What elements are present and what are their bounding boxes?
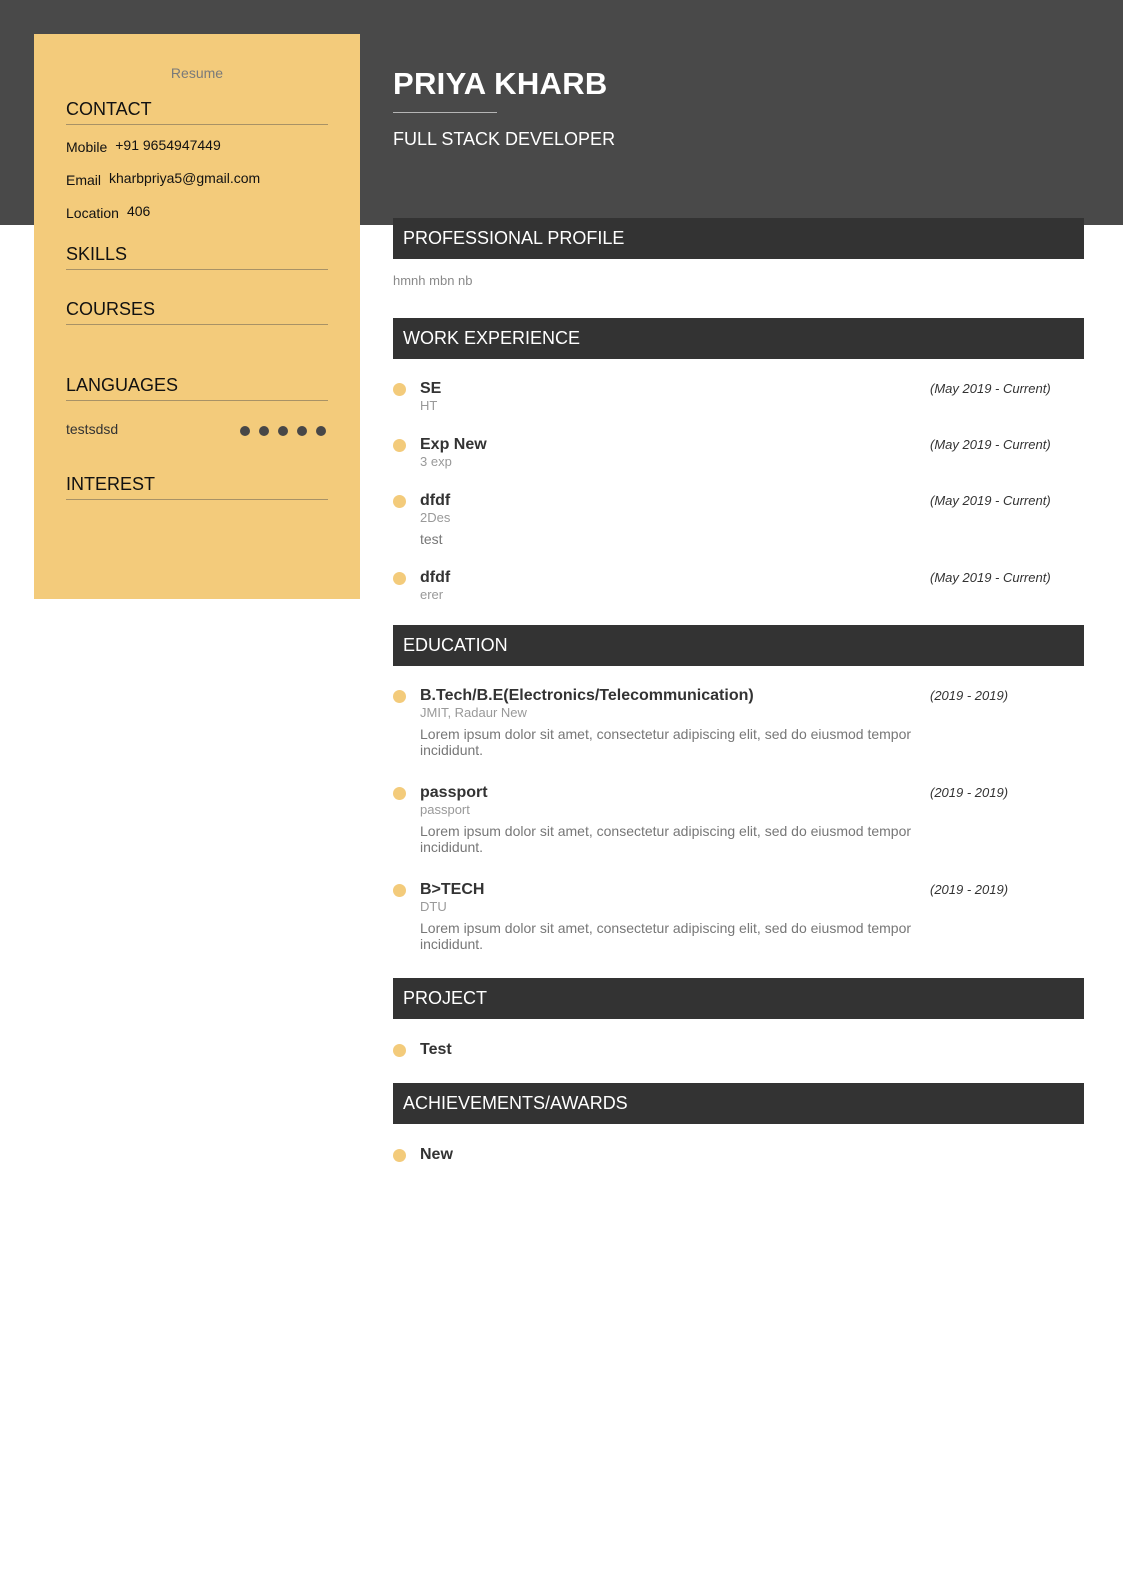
work-section: WORK EXPERIENCE SE HT (May 2019 - Curren… — [393, 318, 1084, 603]
work-date: (May 2019 - Current) — [930, 437, 1051, 452]
work-date: (May 2019 - Current) — [930, 493, 1051, 508]
education-description: Lorem ipsum dolor sit amet, consectetur … — [420, 920, 912, 952]
courses-heading: COURSES — [66, 299, 328, 325]
contact-label: Location — [66, 205, 119, 221]
awards-list: New — [393, 1124, 1084, 1164]
work-item: dfdf erer (May 2019 - Current) — [393, 569, 1084, 603]
profile-heading: PROFESSIONAL PROFILE — [393, 218, 1084, 259]
contact-label: Mobile — [66, 139, 108, 155]
work-company: 3 exp — [420, 454, 452, 469]
bullet-icon — [393, 383, 406, 396]
work-item: Exp New 3 exp (May 2019 - Current) — [393, 436, 1084, 470]
bullet-icon — [393, 690, 406, 703]
contact-label: Email — [66, 172, 102, 188]
education-school: JMIT, Radaur New — [420, 705, 527, 720]
language-item: testsdsd — [66, 421, 328, 437]
work-date: (May 2019 - Current) — [930, 381, 1051, 396]
project-item: Test — [393, 1041, 1084, 1059]
level-dot — [278, 426, 288, 436]
contact-section: CONTACT Mobile +91 9654947449 Email kharbp… — [66, 99, 328, 222]
level-dot — [316, 426, 326, 436]
education-description: Lorem ipsum dolor sit amet, consectetur … — [420, 726, 912, 758]
name-block: PRIYA KHARB FULL STACK DEVELOPER — [393, 66, 615, 150]
awards-section: ACHIEVEMENTS/AWARDS New — [393, 1083, 1084, 1164]
project-title: Test — [420, 1041, 452, 1058]
level-dot — [259, 426, 269, 436]
work-date: (May 2019 - Current) — [930, 570, 1051, 585]
bullet-icon — [393, 884, 406, 897]
project-heading: PROJECT — [393, 978, 1084, 1019]
sidebar: Resume CONTACT Mobile +91 9654947449 Emai… — [34, 34, 360, 599]
name-divider — [393, 112, 497, 113]
work-company: 2Des — [420, 510, 451, 525]
education-item: B.Tech/B.E(Electronics/Telecommunication… — [393, 687, 1084, 758]
education-description: Lorem ipsum dolor sit amet, consectetur … — [420, 823, 912, 855]
award-item: New — [393, 1146, 1084, 1164]
work-item: dfdf 2Des test (May 2019 - Current) — [393, 492, 1084, 547]
education-date: (2019 - 2019) — [930, 785, 1009, 800]
language-level-rating — [231, 423, 326, 439]
education-item: B>TECH DTU Lorem ipsum dolor sit amet, c… — [393, 881, 1084, 952]
contact-list: Mobile +91 9654947449 Email kharbpriya5@gm… — [66, 137, 328, 222]
project-section: PROJECT Test — [393, 978, 1084, 1059]
education-school: passport — [420, 802, 470, 817]
education-date: (2019 - 2019) — [930, 688, 1009, 703]
contact-email: Email kharbpriya5@gmail.com — [66, 170, 328, 189]
level-dot — [297, 426, 307, 436]
language-name: testsdsd — [66, 421, 119, 437]
bullet-icon — [393, 439, 406, 452]
contact-mobile: Mobile +91 9654947449 — [66, 137, 328, 156]
contact-location: Location 406 — [66, 203, 328, 222]
candidate-name: PRIYA KHARB — [393, 66, 608, 101]
contact-value: 406 — [126, 203, 151, 219]
profile-section: PROFESSIONAL PROFILE hmnh mbn nb — [393, 218, 1084, 288]
interest-heading: INTEREST — [66, 474, 328, 500]
profile-text: hmnh mbn nb — [393, 273, 473, 288]
job-title: FULL STACK DEVELOPER — [393, 129, 616, 149]
education-school: DTU — [420, 899, 447, 914]
level-dot — [240, 426, 250, 436]
resume-label: Resume — [170, 65, 224, 81]
contact-heading: CONTACT — [66, 99, 328, 125]
project-list: Test — [393, 1019, 1084, 1059]
award-title: New — [420, 1146, 453, 1163]
education-item: passport passport Lorem ipsum dolor sit … — [393, 784, 1084, 855]
work-item: SE HT (May 2019 - Current) — [393, 380, 1084, 414]
education-section: EDUCATION B.Tech/B.E(Electronics/Telecom… — [393, 625, 1084, 952]
main-content: PROFESSIONAL PROFILE hmnh mbn nb WORK EX… — [393, 218, 1084, 1186]
education-list: B.Tech/B.E(Electronics/Telecommunication… — [393, 666, 1084, 952]
bullet-icon — [393, 787, 406, 800]
skills-heading: SKILLS — [66, 244, 328, 270]
education-heading: EDUCATION — [393, 625, 1084, 666]
work-list: SE HT (May 2019 - Current) Exp New 3 exp… — [393, 359, 1084, 603]
bullet-icon — [393, 495, 406, 508]
work-company: erer — [420, 587, 444, 602]
contact-value: kharbpriya5@gmail.com — [109, 170, 261, 186]
bullet-icon — [393, 572, 406, 585]
bullet-icon — [393, 1149, 406, 1162]
bullet-icon — [393, 1044, 406, 1057]
work-company: HT — [420, 398, 438, 413]
languages-heading: LANGUAGES — [66, 375, 328, 401]
work-description: test — [420, 531, 443, 547]
contact-value: +91 9654947449 — [115, 137, 221, 153]
awards-heading: ACHIEVEMENTS/AWARDS — [393, 1083, 1084, 1124]
work-heading: WORK EXPERIENCE — [393, 318, 1084, 359]
education-date: (2019 - 2019) — [930, 882, 1009, 897]
